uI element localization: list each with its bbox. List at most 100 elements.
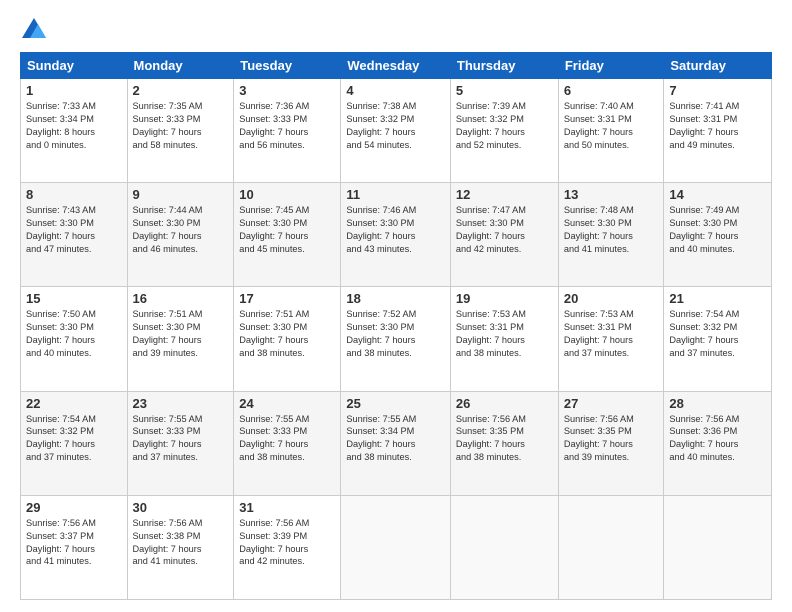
day-number: 8 [26, 187, 122, 202]
day-number: 1 [26, 83, 122, 98]
day-info: Sunrise: 7:38 AM Sunset: 3:32 PM Dayligh… [346, 100, 445, 152]
day-number: 31 [239, 500, 335, 515]
calendar-cell: 19 Sunrise: 7:53 AM Sunset: 3:31 PM Dayli… [450, 287, 558, 391]
day-info: Sunrise: 7:48 AM Sunset: 3:30 PM Dayligh… [564, 204, 659, 256]
day-info: Sunrise: 7:56 AM Sunset: 3:35 PM Dayligh… [564, 413, 659, 465]
day-header-wednesday: Wednesday [341, 53, 451, 79]
calendar-cell: 25Sunrise: 7:55 AM Sunset: 3:34 PM Dayli… [341, 391, 451, 495]
day-number: 2 [133, 83, 229, 98]
calendar-cell: 14 Sunrise: 7:49 AM Sunset: 3:30 PM Dayli… [664, 183, 772, 287]
day-number: 14 [669, 187, 766, 202]
calendar-cell: 1 Sunrise: 7:33 AM Sunset: 3:34 PM Daylig… [21, 79, 128, 183]
calendar-cell: 28 Sunrise: 7:56 AM Sunset: 3:36 PM Dayli… [664, 391, 772, 495]
day-number: 26 [456, 396, 553, 411]
week-row: 15 Sunrise: 7:50 AM Sunset: 3:30 PM Dayli… [21, 287, 772, 391]
day-info: Sunrise: 7:46 AM Sunset: 3:30 PM Dayligh… [346, 204, 445, 256]
day-number: 23 [133, 396, 229, 411]
day-info: Sunrise: 7:51 AM Sunset: 3:30 PM Dayligh… [133, 308, 229, 360]
day-number: 25 [346, 396, 445, 411]
day-info: Sunrise: 7:52 AM Sunset: 3:30 PM Dayligh… [346, 308, 445, 360]
day-info: Sunrise: 7:49 AM Sunset: 3:30 PM Dayligh… [669, 204, 766, 256]
calendar-cell: 15 Sunrise: 7:50 AM Sunset: 3:30 PM Dayli… [21, 287, 128, 391]
calendar-cell: 4Sunrise: 7:38 AM Sunset: 3:32 PM Daylig… [341, 79, 451, 183]
calendar-cell: 5 Sunrise: 7:39 AM Sunset: 3:32 PM Daylig… [450, 79, 558, 183]
calendar-cell [558, 495, 664, 599]
logo-icon [20, 16, 48, 44]
calendar-cell: 12 Sunrise: 7:47 AM Sunset: 3:30 PM Dayli… [450, 183, 558, 287]
calendar-cell: 3 Sunrise: 7:36 AM Sunset: 3:33 PM Daylig… [234, 79, 341, 183]
calendar-cell: 30Sunrise: 7:56 AM Sunset: 3:38 PM Dayli… [127, 495, 234, 599]
day-number: 22 [26, 396, 122, 411]
calendar-cell: 16 Sunrise: 7:51 AM Sunset: 3:30 PM Dayli… [127, 287, 234, 391]
day-number: 15 [26, 291, 122, 306]
calendar-cell: 6 Sunrise: 7:40 AM Sunset: 3:31 PM Daylig… [558, 79, 664, 183]
day-info: Sunrise: 7:36 AM Sunset: 3:33 PM Dayligh… [239, 100, 335, 152]
day-number: 11 [346, 187, 445, 202]
calendar-table: SundayMondayTuesdayWednesdayThursdayFrid… [20, 52, 772, 600]
day-info: Sunrise: 7:54 AM Sunset: 3:32 PM Dayligh… [669, 308, 766, 360]
calendar-cell: 11 Sunrise: 7:46 AM Sunset: 3:30 PM Dayli… [341, 183, 451, 287]
calendar-cell: 23Sunrise: 7:55 AM Sunset: 3:33 PM Dayli… [127, 391, 234, 495]
calendar-cell [664, 495, 772, 599]
day-info: Sunrise: 7:55 AM Sunset: 3:33 PM Dayligh… [239, 413, 335, 465]
day-info: Sunrise: 7:39 AM Sunset: 3:32 PM Dayligh… [456, 100, 553, 152]
calendar-cell: 26 Sunrise: 7:56 AM Sunset: 3:35 PM Dayli… [450, 391, 558, 495]
week-row: 1 Sunrise: 7:33 AM Sunset: 3:34 PM Daylig… [21, 79, 772, 183]
day-number: 21 [669, 291, 766, 306]
logo [20, 16, 52, 44]
day-info: Sunrise: 7:45 AM Sunset: 3:30 PM Dayligh… [239, 204, 335, 256]
day-number: 27 [564, 396, 659, 411]
header-row: SundayMondayTuesdayWednesdayThursdayFrid… [21, 53, 772, 79]
day-number: 10 [239, 187, 335, 202]
header [20, 16, 772, 44]
calendar-cell: 10 Sunrise: 7:45 AM Sunset: 3:30 PM Dayli… [234, 183, 341, 287]
calendar-cell: 31 Sunrise: 7:56 AM Sunset: 3:39 PM Dayli… [234, 495, 341, 599]
day-info: Sunrise: 7:54 AM Sunset: 3:32 PM Dayligh… [26, 413, 122, 465]
day-info: Sunrise: 7:47 AM Sunset: 3:30 PM Dayligh… [456, 204, 553, 256]
day-number: 24 [239, 396, 335, 411]
calendar-body: 1 Sunrise: 7:33 AM Sunset: 3:34 PM Daylig… [21, 79, 772, 600]
calendar-cell: 13 Sunrise: 7:48 AM Sunset: 3:30 PM Dayli… [558, 183, 664, 287]
day-info: Sunrise: 7:56 AM Sunset: 3:39 PM Dayligh… [239, 517, 335, 569]
calendar-cell: 7 Sunrise: 7:41 AM Sunset: 3:31 PM Daylig… [664, 79, 772, 183]
calendar-cell: 18Sunrise: 7:52 AM Sunset: 3:30 PM Dayli… [341, 287, 451, 391]
day-info: Sunrise: 7:56 AM Sunset: 3:35 PM Dayligh… [456, 413, 553, 465]
day-number: 5 [456, 83, 553, 98]
week-row: 29Sunrise: 7:56 AM Sunset: 3:37 PM Dayli… [21, 495, 772, 599]
day-info: Sunrise: 7:53 AM Sunset: 3:31 PM Dayligh… [456, 308, 553, 360]
day-number: 30 [133, 500, 229, 515]
day-info: Sunrise: 7:44 AM Sunset: 3:30 PM Dayligh… [133, 204, 229, 256]
calendar-cell [450, 495, 558, 599]
day-number: 19 [456, 291, 553, 306]
calendar-cell: 8 Sunrise: 7:43 AM Sunset: 3:30 PM Daylig… [21, 183, 128, 287]
day-number: 16 [133, 291, 229, 306]
day-number: 12 [456, 187, 553, 202]
day-header-sunday: Sunday [21, 53, 128, 79]
calendar-header: SundayMondayTuesdayWednesdayThursdayFrid… [21, 53, 772, 79]
day-header-monday: Monday [127, 53, 234, 79]
day-info: Sunrise: 7:51 AM Sunset: 3:30 PM Dayligh… [239, 308, 335, 360]
day-info: Sunrise: 7:40 AM Sunset: 3:31 PM Dayligh… [564, 100, 659, 152]
day-info: Sunrise: 7:50 AM Sunset: 3:30 PM Dayligh… [26, 308, 122, 360]
day-header-friday: Friday [558, 53, 664, 79]
day-number: 6 [564, 83, 659, 98]
calendar-cell: 29Sunrise: 7:56 AM Sunset: 3:37 PM Dayli… [21, 495, 128, 599]
day-info: Sunrise: 7:56 AM Sunset: 3:36 PM Dayligh… [669, 413, 766, 465]
calendar-cell: 20Sunrise: 7:53 AM Sunset: 3:31 PM Dayli… [558, 287, 664, 391]
day-info: Sunrise: 7:41 AM Sunset: 3:31 PM Dayligh… [669, 100, 766, 152]
day-number: 7 [669, 83, 766, 98]
week-row: 8 Sunrise: 7:43 AM Sunset: 3:30 PM Daylig… [21, 183, 772, 287]
day-number: 3 [239, 83, 335, 98]
day-number: 28 [669, 396, 766, 411]
day-number: 9 [133, 187, 229, 202]
day-info: Sunrise: 7:35 AM Sunset: 3:33 PM Dayligh… [133, 100, 229, 152]
day-info: Sunrise: 7:33 AM Sunset: 3:34 PM Dayligh… [26, 100, 122, 152]
page: SundayMondayTuesdayWednesdayThursdayFrid… [0, 0, 792, 612]
day-number: 17 [239, 291, 335, 306]
day-header-thursday: Thursday [450, 53, 558, 79]
calendar-cell: 2 Sunrise: 7:35 AM Sunset: 3:33 PM Daylig… [127, 79, 234, 183]
calendar-cell: 9 Sunrise: 7:44 AM Sunset: 3:30 PM Daylig… [127, 183, 234, 287]
day-info: Sunrise: 7:43 AM Sunset: 3:30 PM Dayligh… [26, 204, 122, 256]
day-number: 13 [564, 187, 659, 202]
calendar-cell [341, 495, 451, 599]
